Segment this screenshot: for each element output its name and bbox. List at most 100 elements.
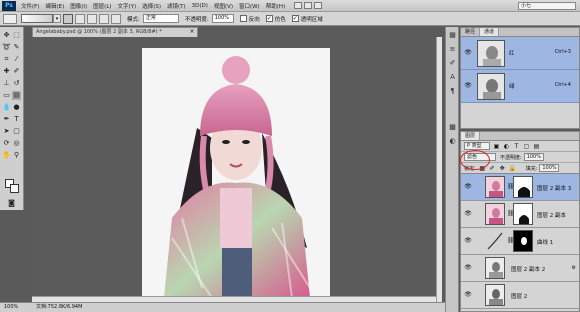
filter-type-icon[interactable]: T (513, 143, 520, 150)
angle-gradient-button[interactable] (87, 13, 97, 24)
dodge-tool-icon[interactable]: ● (12, 103, 21, 112)
transparency-checkbox[interactable]: ✓ (291, 15, 299, 22)
layer-name[interactable]: 图层 2 副本 3 (537, 184, 571, 192)
blur-tool-icon[interactable]: 💧 (2, 103, 11, 112)
menu-3d[interactable]: 3D(D) (191, 3, 209, 9)
layer-name[interactable]: 图层 2 (511, 292, 527, 300)
menu-layer[interactable]: 图层(L) (92, 2, 112, 10)
fill-input[interactable]: 100% (539, 164, 560, 172)
channel-row-green[interactable]: 👁 绿 Ctrl+4 (461, 70, 579, 103)
shape-tool-icon[interactable]: ▢ (12, 127, 21, 136)
history-panel-icon[interactable]: ▦ (448, 31, 457, 40)
clone-stamp-icon[interactable]: ⊥ (2, 79, 11, 88)
eye-icon[interactable]: 👁 (464, 210, 472, 218)
history-brush-icon[interactable]: ↺ (12, 79, 21, 88)
layer-name[interactable]: 图层 2 副本 2 (511, 265, 545, 273)
paragraph-panel-icon[interactable]: ¶ (448, 87, 457, 96)
type-tool-icon[interactable]: T (12, 115, 21, 124)
adjustments-panel-icon[interactable]: ◐ (448, 137, 457, 146)
gradient-dropdown-icon[interactable]: ▾ (53, 14, 61, 23)
layer-mask-thumbnail[interactable] (513, 203, 533, 225)
layer-mask-thumbnail[interactable] (513, 176, 533, 198)
lock-paint-icon[interactable]: ✐ (489, 165, 496, 172)
menu-filter[interactable]: 滤镜(T) (166, 2, 187, 10)
reverse-checkbox[interactable] (239, 15, 247, 22)
layer-name[interactable]: 曲线 1 (537, 238, 553, 246)
menu-edit[interactable]: 编辑(E) (44, 2, 65, 10)
brush-tool-icon[interactable]: ✐ (12, 67, 21, 76)
quick-mask-icon[interactable]: ◙ (7, 199, 16, 208)
filter-pixel-icon[interactable]: ▣ (493, 143, 500, 150)
effects-icon[interactable]: ⚙ (572, 265, 576, 271)
eraser-tool-icon[interactable]: ▭ (2, 91, 11, 100)
menu-window[interactable]: 窗口(W) (238, 2, 261, 10)
eye-icon[interactable]: 👁 (464, 291, 472, 299)
menu-image[interactable]: 图像(I) (69, 2, 88, 10)
dither-checkbox[interactable]: ✓ (265, 15, 273, 22)
document-tab[interactable]: Angelababy.psd @ 100% (图层 2 副本 3, RGB/8#… (32, 27, 198, 37)
layer-row[interactable]: 👁 ⛓ 图层 2 副本 (461, 201, 579, 228)
gradient-tool-icon[interactable]: ▤ (12, 91, 21, 100)
vertical-scrollbar[interactable] (436, 37, 442, 302)
path-select-icon[interactable]: ➤ (2, 127, 11, 136)
eye-icon[interactable]: 👁 (464, 82, 472, 90)
lock-move-icon[interactable]: ✥ (499, 165, 506, 172)
3d-camera-icon[interactable]: ◎ (12, 139, 21, 148)
layer-mask-thumbnail[interactable] (513, 230, 533, 252)
menu-file[interactable]: 文件(F) (20, 2, 40, 10)
crop-tool-icon[interactable]: ⌗ (2, 55, 11, 64)
properties-panel-icon[interactable]: ≡ (448, 45, 457, 54)
brush-panel-icon[interactable]: ✐ (448, 59, 457, 68)
quick-select-icon[interactable]: ✎ (12, 43, 21, 52)
diamond-gradient-button[interactable] (111, 13, 121, 24)
opacity-input[interactable]: 100% (211, 14, 234, 23)
menu-type[interactable]: 文字(Y) (117, 2, 138, 10)
menu-help[interactable]: 帮助(H) (265, 2, 286, 10)
background-color-swatch[interactable] (10, 184, 19, 193)
status-doc-size[interactable]: 文档:752.8K/6.94M (36, 304, 82, 310)
eyedropper-icon[interactable]: ⁄ (12, 55, 21, 64)
status-zoom[interactable]: 100% (4, 303, 18, 312)
filter-adjust-icon[interactable]: ◐ (503, 143, 510, 150)
radial-gradient-button[interactable] (75, 13, 85, 24)
menu-view[interactable]: 视图(V) (213, 2, 234, 10)
character-panel-icon[interactable]: A (448, 73, 457, 82)
workspace-switcher[interactable]: 小七 (518, 2, 576, 10)
tab-layers[interactable]: 图层 (461, 132, 481, 140)
move-tool-icon[interactable]: ✥ (2, 31, 11, 40)
filter-shape-icon[interactable]: ▢ (523, 143, 530, 150)
eye-icon[interactable]: 👁 (464, 183, 472, 191)
linear-gradient-button[interactable] (63, 13, 73, 24)
minibridge-icon[interactable] (304, 2, 313, 9)
gradient-tool-preset-icon[interactable] (3, 13, 17, 24)
lasso-tool-icon[interactable]: ➰ (2, 43, 11, 52)
eye-icon[interactable]: 👁 (464, 237, 472, 245)
layer-row-curves[interactable]: 👁 ⛓ 曲线 1 (461, 228, 579, 255)
healing-brush-icon[interactable]: ✚ (2, 67, 11, 76)
3d-rotate-icon[interactable]: ⟳ (2, 139, 11, 148)
pen-tool-icon[interactable]: ✒ (2, 115, 11, 124)
tab-channels[interactable]: 通道 (480, 28, 500, 36)
layer-opacity-input[interactable]: 100% (523, 153, 544, 161)
lock-all-icon[interactable]: 🔒 (509, 165, 516, 172)
close-document-icon[interactable]: × (188, 27, 196, 36)
layer-row[interactable]: 👁 图层 2 (461, 282, 579, 309)
bridge-icon[interactable] (294, 2, 303, 9)
layer-row[interactable]: 👁 图层 2 副本 2 ⚙ (461, 255, 579, 282)
marquee-tool-icon[interactable]: ⬚ (12, 31, 21, 40)
eye-icon[interactable]: 👁 (464, 264, 472, 272)
tab-paths[interactable]: 路径 (461, 28, 481, 36)
mode-select[interactable]: 正常 (142, 14, 179, 23)
zoom-level-icon[interactable] (314, 2, 323, 9)
swatches-panel-icon[interactable]: ▩ (448, 123, 457, 132)
layer-row-selected[interactable]: 👁 ⛓ 图层 2 副本 3 (461, 174, 579, 201)
eye-icon[interactable]: 👁 (464, 49, 472, 57)
hand-tool-icon[interactable]: ✋ (2, 151, 11, 160)
zoom-tool-icon[interactable]: ⚲ (12, 151, 21, 160)
filter-smart-icon[interactable]: ▤ (533, 143, 540, 150)
reflected-gradient-button[interactable] (99, 13, 109, 24)
layer-kind-select[interactable]: P 类型 (464, 142, 490, 150)
gradient-picker[interactable] (21, 14, 53, 23)
canvas-photo[interactable] (142, 48, 330, 298)
layer-name[interactable]: 图层 2 副本 (537, 211, 566, 219)
